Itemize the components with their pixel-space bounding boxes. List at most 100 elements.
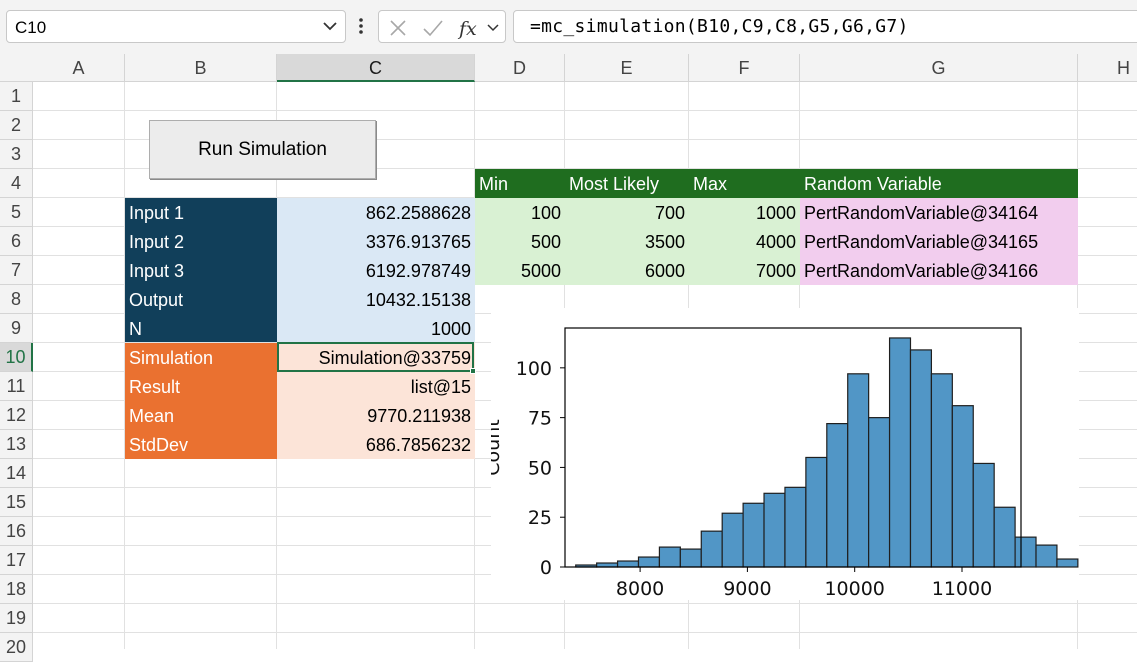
active-cell-c10[interactable] [277, 342, 476, 374]
histogram-bar [1035, 544, 1058, 568]
row-header-4[interactable]: 4 [0, 169, 33, 198]
row-header-1[interactable]: 1 [0, 82, 33, 111]
sim-value-cell[interactable]: 9770.211938 [277, 401, 475, 430]
row-header-2[interactable]: 2 [0, 111, 33, 140]
row-header-17[interactable]: 17 [0, 546, 33, 575]
histogram-bar [909, 349, 933, 568]
svg-text:fx: fx [457, 18, 477, 40]
formula-input[interactable]: =mc_simulation(B10,C9,C8,G5,G6,G7) [513, 10, 1137, 43]
y-tick-label: 0 [540, 557, 552, 579]
input-label-cell[interactable]: Input 1 [125, 198, 277, 227]
input-value-cell[interactable]: 862.2588628 [277, 198, 475, 227]
histogram-bar [868, 417, 891, 568]
insert-function-icon[interactable]: fx [457, 17, 483, 41]
pert-variable-cell[interactable]: PertRandomVariable@34164 [800, 198, 1078, 227]
pert-min-cell[interactable]: 100 [475, 198, 565, 227]
row-header-20[interactable]: 20 [0, 633, 33, 662]
row-header-8[interactable]: 8 [0, 285, 33, 314]
histogram-bar [951, 405, 974, 568]
row-header-15[interactable]: 15 [0, 488, 33, 517]
column-header-c[interactable]: C [277, 54, 475, 82]
histogram-bar [1014, 536, 1037, 568]
pert-variable-cell[interactable]: PertRandomVariable@34166 [800, 256, 1078, 285]
row-header-10[interactable]: 10 [0, 343, 33, 372]
row-header-16[interactable]: 16 [0, 517, 33, 546]
pert-max-cell[interactable]: 7000 [689, 256, 800, 285]
input-label-cell[interactable]: N [125, 314, 277, 342]
row-header-5[interactable]: 5 [0, 198, 33, 227]
pert-header-cell[interactable]: Max [689, 169, 800, 198]
column-header-h[interactable]: H [1078, 54, 1137, 82]
row-header-13[interactable]: 13 [0, 430, 33, 459]
row-header-6[interactable]: 6 [0, 227, 33, 256]
chevron-down-icon[interactable] [485, 19, 501, 37]
column-header-g[interactable]: G [800, 54, 1078, 82]
run-simulation-button[interactable]: Run Simulation [149, 120, 376, 179]
sim-value-cell[interactable]: list@15 [277, 372, 475, 401]
input-value-cell[interactable]: 1000 [277, 314, 475, 342]
row-header-9[interactable]: 9 [0, 314, 33, 343]
fill-handle[interactable] [470, 368, 476, 374]
row-header-14[interactable]: 14 [0, 459, 33, 488]
histogram-bar [888, 337, 912, 568]
pert-min-cell[interactable]: 5000 [475, 256, 565, 285]
row-header-3[interactable]: 3 [0, 140, 33, 169]
name-box-value: C10 [15, 18, 47, 37]
sim-label-cell[interactable]: Mean [125, 401, 277, 430]
sim-value-cell[interactable]: 686.7856232 [277, 430, 475, 459]
formula-actions: fx [378, 10, 506, 43]
input-value-cell[interactable]: 3376.913765 [277, 227, 475, 256]
row-header-11[interactable]: 11 [0, 372, 33, 401]
pert-likely-cell[interactable]: 700 [565, 198, 689, 227]
histogram-bar [805, 456, 828, 568]
histogram-bar [826, 422, 849, 568]
pert-min-cell[interactable]: 500 [475, 227, 565, 256]
histogram-bar [763, 492, 786, 568]
histogram-bar [1056, 558, 1079, 568]
input-label-cell[interactable]: Input 3 [125, 256, 277, 285]
more-options-icon[interactable] [353, 14, 369, 38]
input-label-cell[interactable]: Output [125, 285, 277, 314]
row-header-7[interactable]: 7 [0, 256, 33, 285]
x-tick-label: 9000 [723, 578, 771, 600]
row-header-12[interactable]: 12 [0, 401, 33, 430]
histogram-bar [742, 502, 765, 568]
pert-variable-cell[interactable]: PertRandomVariable@34165 [800, 227, 1078, 256]
histogram-chart[interactable]: 8000 9000 10000 11000 0 25 50 75 100 Count [482, 308, 1079, 600]
pert-header-cell[interactable]: Most Likely [565, 169, 689, 198]
column-header-f[interactable]: F [689, 54, 800, 82]
column-header-d[interactable]: D [475, 54, 565, 82]
histogram-bar [679, 548, 702, 568]
input-label-cell[interactable]: Input 2 [125, 227, 277, 256]
sim-label-cell[interactable]: Result [125, 372, 277, 401]
pert-max-cell[interactable]: 1000 [689, 198, 800, 227]
name-box[interactable]: C10 [6, 10, 346, 43]
histogram-bar [972, 462, 995, 568]
cancel-icon[interactable] [387, 17, 409, 39]
chevron-down-icon[interactable] [321, 16, 339, 36]
row-header-18[interactable]: 18 [0, 575, 33, 604]
column-header-b[interactable]: B [125, 54, 277, 82]
y-tick-label: 100 [516, 358, 552, 380]
column-header-e[interactable]: E [565, 54, 689, 82]
y-tick-label: 25 [528, 507, 552, 529]
pert-header-cell[interactable]: Min [475, 169, 565, 198]
pert-likely-cell[interactable]: 3500 [565, 227, 689, 256]
input-value-cell[interactable]: 6192.978749 [277, 256, 475, 285]
pert-max-cell[interactable]: 4000 [689, 227, 800, 256]
column-headers: A B C D E F G H [0, 54, 1137, 82]
sim-label-cell[interactable]: Simulation [125, 343, 277, 372]
column-header-a[interactable]: A [33, 54, 125, 82]
input-value-cell[interactable]: 10432.15138 [277, 285, 475, 314]
histogram-bar [930, 373, 953, 568]
histogram-bar [637, 556, 661, 568]
histogram-bar [616, 560, 640, 568]
y-tick-label: 75 [528, 408, 552, 430]
formula-bar: C10 fx =mc_simulation(B10,C9,C8,G5,G6,G7… [0, 0, 1137, 54]
pert-header-cell[interactable]: Random Variable [800, 169, 1078, 198]
enter-icon[interactable] [421, 17, 445, 39]
y-axis-label: Count [491, 419, 504, 475]
row-header-19[interactable]: 19 [0, 604, 33, 633]
pert-likely-cell[interactable]: 6000 [565, 256, 689, 285]
sim-label-cell[interactable]: StdDev [125, 430, 277, 459]
